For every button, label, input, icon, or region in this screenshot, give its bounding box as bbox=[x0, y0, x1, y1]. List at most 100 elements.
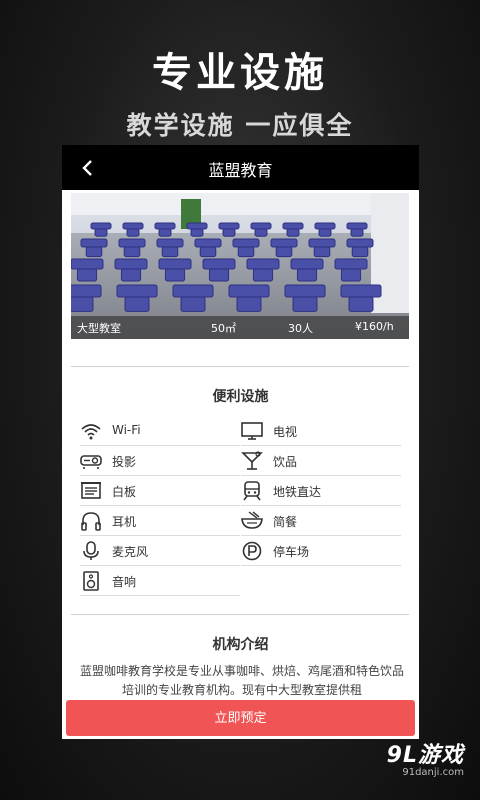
facility-item: 饮品 bbox=[241, 446, 401, 476]
chair-back bbox=[180, 296, 206, 312]
chair bbox=[314, 222, 336, 230]
chair-back bbox=[164, 268, 186, 282]
chair bbox=[346, 238, 374, 248]
chair bbox=[90, 222, 112, 230]
watermark: 9L游戏 91danji.com bbox=[387, 737, 464, 778]
facility-item: 地铁直达 bbox=[241, 476, 401, 506]
chair-back bbox=[313, 246, 331, 258]
chair bbox=[114, 258, 148, 270]
chair bbox=[290, 258, 324, 270]
chair-back bbox=[236, 296, 262, 312]
chair bbox=[218, 222, 240, 230]
chair-back bbox=[158, 228, 172, 237]
chair-back bbox=[76, 268, 98, 282]
chair-back bbox=[340, 268, 362, 282]
chair-back bbox=[318, 228, 332, 237]
nav-title: 蓝盟教育 bbox=[208, 161, 273, 180]
facility-label: Wi-Fi bbox=[112, 423, 141, 437]
chair bbox=[334, 258, 368, 270]
facility-item: 简餐 bbox=[241, 506, 401, 536]
speaker-icon bbox=[80, 571, 102, 591]
microphone-icon bbox=[80, 541, 102, 561]
chair bbox=[80, 238, 108, 248]
chair bbox=[228, 284, 270, 298]
facility-label: 麦克风 bbox=[112, 545, 149, 559]
chair bbox=[246, 258, 280, 270]
chair-back bbox=[123, 246, 141, 258]
facility-label: 投影 bbox=[112, 455, 137, 469]
chair-back bbox=[71, 296, 94, 312]
watermark-logo: 9L游戏 bbox=[386, 743, 464, 768]
about-title: 机构介绍 bbox=[212, 637, 269, 653]
room-name: 大型教室 bbox=[77, 322, 121, 335]
facility-item: 麦克风 bbox=[80, 536, 240, 566]
facility-item: Wi-Fi bbox=[80, 416, 240, 446]
room-capacity: 30人 bbox=[288, 322, 313, 335]
chair bbox=[202, 258, 236, 270]
whiteboard-icon bbox=[80, 481, 102, 501]
chair bbox=[154, 222, 176, 230]
chair bbox=[71, 284, 102, 298]
facility-item: 投影 bbox=[80, 446, 240, 476]
facility-label: 耳机 bbox=[112, 515, 137, 529]
chair bbox=[116, 284, 158, 298]
chair bbox=[308, 238, 336, 248]
chair-back bbox=[161, 246, 179, 258]
subway-icon bbox=[241, 481, 263, 501]
chair bbox=[158, 258, 192, 270]
chair bbox=[340, 284, 382, 298]
chair bbox=[250, 222, 272, 230]
chair-back bbox=[208, 268, 230, 282]
tv-icon bbox=[241, 421, 263, 441]
cocktail-icon bbox=[241, 451, 263, 471]
facility-label: 地铁直达 bbox=[273, 485, 322, 499]
promo-subtitle: 教学设施 一应俱全 bbox=[126, 111, 354, 140]
facilities-title: 便利设施 bbox=[212, 389, 269, 405]
facility-item: 白板 bbox=[80, 476, 240, 506]
chair-back bbox=[296, 268, 318, 282]
divider bbox=[71, 366, 409, 367]
navbar: 蓝盟教育 bbox=[62, 145, 419, 190]
projector-icon bbox=[80, 451, 102, 471]
facility-label: 音响 bbox=[112, 575, 137, 589]
chair-back bbox=[275, 246, 293, 258]
room-info-bar: 大型教室 50㎡ 30人 ¥160/h bbox=[71, 316, 409, 339]
room-area: 50㎡ bbox=[211, 322, 236, 335]
bowl-icon bbox=[241, 511, 263, 531]
chair bbox=[346, 222, 368, 230]
classroom-photo[interactable]: 大型教室 50㎡ 30人 ¥160/h bbox=[71, 193, 409, 339]
book-now-button[interactable]: 立即预定 bbox=[66, 700, 415, 736]
promo-title: 专业设施 bbox=[152, 50, 328, 96]
chair-back bbox=[254, 228, 268, 237]
divider bbox=[71, 614, 409, 615]
chair bbox=[71, 258, 104, 270]
chair-back bbox=[348, 296, 374, 312]
facility-label: 停车场 bbox=[273, 545, 310, 559]
facility-item: 停车场 bbox=[241, 536, 401, 566]
wifi-icon bbox=[80, 421, 102, 441]
facility-label: 电视 bbox=[273, 425, 298, 439]
parking-icon bbox=[241, 541, 263, 561]
chair-back bbox=[350, 228, 364, 237]
about-text: 蓝盟咖啡教育学校是专业从事咖啡、烘焙、鸡尾酒和特色饮品培训的专业教育机构。现有中… bbox=[79, 664, 404, 697]
chair-back bbox=[286, 228, 300, 237]
detail-content: 大型教室 50㎡ 30人 ¥160/h 便利设施 Wi-Fi 电视投影 饮品 白板 地铁… bbox=[62, 190, 419, 739]
facility-item: 耳机 bbox=[80, 506, 240, 536]
chair-back bbox=[252, 268, 274, 282]
chair-back bbox=[351, 246, 369, 258]
facility-label: 简餐 bbox=[273, 515, 298, 529]
chair-back bbox=[94, 228, 108, 237]
chair-back bbox=[292, 296, 318, 312]
chair-back bbox=[126, 228, 140, 237]
chair-back bbox=[120, 268, 142, 282]
chair bbox=[156, 238, 184, 248]
phone-screen: 蓝盟教育 大型教室 50㎡ 30人 ¥160/h 便利设施 Wi-Fi 电视 投… bbox=[62, 145, 419, 739]
facility-item: 电视 bbox=[241, 416, 401, 446]
chair-back bbox=[85, 246, 103, 258]
chair bbox=[282, 222, 304, 230]
chair bbox=[270, 238, 298, 248]
chair bbox=[284, 284, 326, 298]
headphones-icon bbox=[80, 511, 102, 531]
chair bbox=[122, 222, 144, 230]
room-price: ¥160/h bbox=[355, 320, 394, 333]
